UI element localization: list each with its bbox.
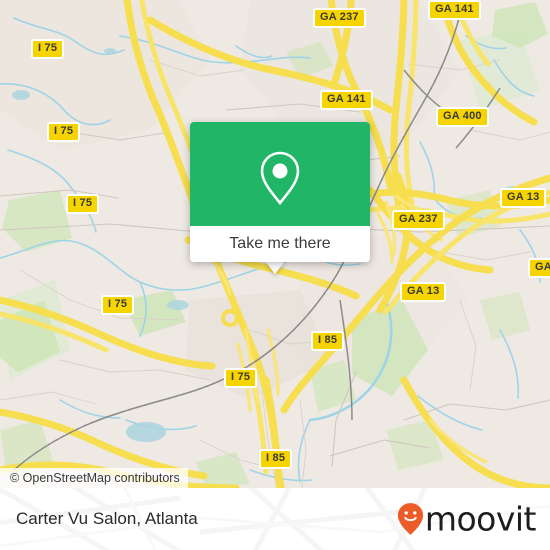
callout-accent-panel	[190, 122, 370, 226]
highway-shield: GA 237	[392, 210, 445, 230]
highway-shield: GA 141	[428, 0, 481, 20]
highway-shield: GA 13	[400, 282, 447, 302]
footer-bar: Carter Vu Salon, Atlanta moovit	[0, 488, 550, 550]
highway-shield: I 85	[259, 449, 293, 469]
highway-shield: GA 237	[313, 8, 366, 28]
callout-tail	[265, 261, 285, 274]
take-me-there-label: Take me there	[229, 235, 331, 252]
highway-shield: GA 400	[436, 107, 489, 127]
osm-attribution[interactable]: © OpenStreetMap contributors	[0, 468, 188, 488]
highway-shield: GA 141	[320, 90, 373, 110]
location-pin-icon	[260, 151, 300, 206]
highway-shield: GA	[528, 258, 550, 278]
highway-shield: I 85	[311, 331, 345, 351]
take-me-there-button[interactable]: Take me there	[190, 226, 370, 262]
moovit-smiley-pin-icon	[397, 503, 423, 535]
map-canvas[interactable]: .water { fill:none; stroke:#9fd3e8; stro…	[0, 0, 550, 488]
highway-shield: I 75	[31, 39, 65, 59]
highway-shield: I 75	[47, 122, 81, 142]
highway-shield: I 75	[224, 368, 258, 388]
poi-callout-card[interactable]: Take me there	[190, 122, 370, 262]
highway-shield: I 75	[66, 194, 100, 214]
place-title: Carter Vu Salon, Atlanta	[16, 509, 198, 528]
moovit-wordmark: moovit	[424, 499, 537, 539]
highway-shield: GA 13	[500, 188, 547, 208]
moovit-logo[interactable]: moovit	[397, 499, 537, 539]
highway-shield: I 75	[101, 295, 135, 315]
map-share-card: .water { fill:none; stroke:#9fd3e8; stro…	[0, 0, 550, 550]
